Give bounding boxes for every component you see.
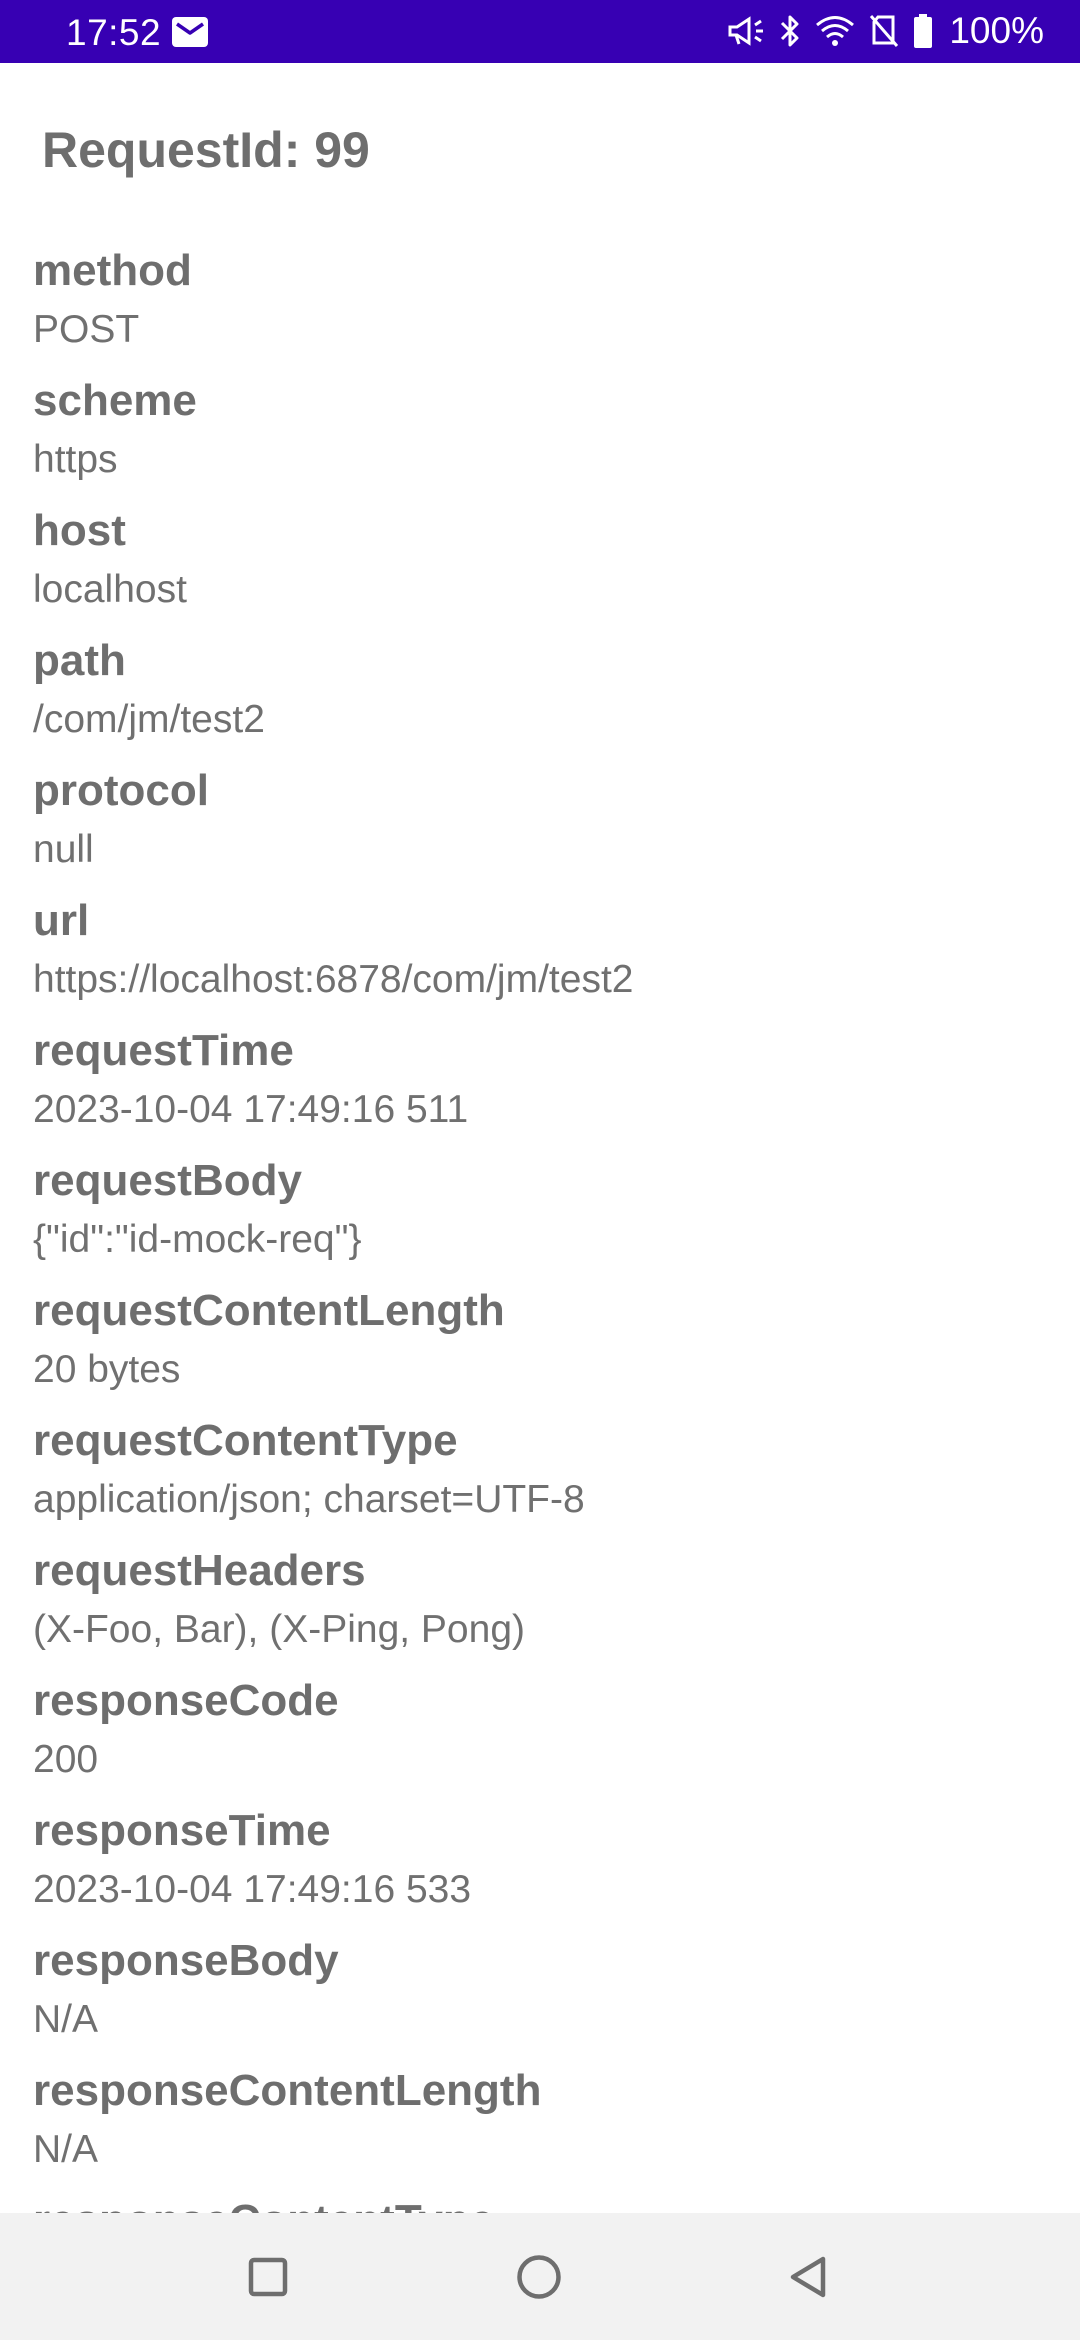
- back-button[interactable]: [748, 2213, 868, 2340]
- home-circle-icon: [517, 2254, 561, 2299]
- field-path: path /com/jm/test2: [33, 631, 1053, 761]
- field-request-time: requestTime 2023-10-04 17:49:16 511: [33, 1021, 1053, 1151]
- wifi-icon: [816, 16, 855, 46]
- mail-icon: [172, 17, 208, 47]
- field-value: application/json; charset=UTF-8: [33, 1478, 585, 1521]
- field-value: N/A: [33, 2128, 99, 2171]
- field-label: responseCode: [33, 1676, 339, 1725]
- field-label: url: [33, 896, 90, 945]
- battery-percentage: 100%: [949, 10, 1044, 51]
- field-label: responseContentType: [33, 2191, 1053, 2213]
- page-title: RequestId: 99: [42, 122, 370, 178]
- field-value: https://localhost:6878/com/jm/test2: [33, 958, 634, 1001]
- field-value: {"id":"id-mock-req"}: [33, 1218, 362, 1261]
- field-label: protocol: [33, 766, 209, 815]
- home-button[interactable]: [479, 2213, 599, 2340]
- field-value: 20 bytes: [33, 1348, 181, 1391]
- field-value: 200: [33, 1738, 99, 1781]
- navigation-bar: [0, 2213, 1080, 2340]
- field-label: requestBody: [33, 1156, 302, 1205]
- recents-square-icon: [248, 2257, 288, 2296]
- field-value: POST: [33, 308, 140, 351]
- megaphone-icon: [728, 16, 764, 46]
- field-value: https: [33, 438, 118, 481]
- field-response-time: responseTime 2023-10-04 17:49:16 533: [33, 1801, 1053, 1931]
- field-value: 2023-10-04 17:49:16 511: [33, 1088, 469, 1131]
- status-bar: 17:52 100%: [0, 0, 1080, 63]
- field-value: /com/jm/test2: [33, 698, 265, 741]
- field-host: host localhost: [33, 501, 1053, 631]
- field-label: responseBody: [33, 1936, 339, 1985]
- status-time: 17:52: [66, 12, 162, 53]
- field-scheme: scheme https: [33, 371, 1053, 501]
- field-response-code: responseCode 200: [33, 1671, 1053, 1801]
- field-list: method POST scheme https host localhost …: [33, 241, 1053, 2213]
- recents-button[interactable]: [208, 2213, 328, 2340]
- field-label: requestContentType: [33, 1416, 458, 1465]
- field-label: scheme: [33, 376, 197, 425]
- field-value: null: [33, 828, 94, 871]
- field-protocol: protocol null: [33, 761, 1053, 891]
- no-sim-icon: [870, 15, 899, 47]
- field-label: responseContentLength: [33, 2066, 542, 2115]
- field-label: method: [33, 246, 192, 295]
- field-request-body: requestBody {"id":"id-mock-req"}: [33, 1151, 1053, 1281]
- back-triangle-icon: [790, 2256, 826, 2297]
- field-label: responseTime: [33, 1806, 331, 1855]
- field-method: method POST: [33, 241, 1053, 371]
- field-request-content-type: requestContentType application/json; cha…: [33, 1411, 1053, 1541]
- field-value: localhost: [33, 568, 187, 611]
- field-value: N/A: [33, 1998, 99, 2041]
- status-icons: 100%: [727, 10, 1044, 52]
- field-label: path: [33, 636, 126, 685]
- field-label: host: [33, 506, 126, 555]
- battery-icon: [914, 14, 933, 48]
- field-response-content-type: responseContentType: [33, 2191, 1053, 2213]
- field-response-content-length: responseContentLength N/A: [33, 2061, 1053, 2191]
- request-detail-view[interactable]: RequestId: 99 method POST scheme https h…: [0, 63, 1080, 2213]
- field-value: 2023-10-04 17:49:16 533: [33, 1868, 472, 1911]
- field-request-headers: requestHeaders (X-Foo, Bar), (X-Ping, Po…: [33, 1541, 1053, 1671]
- bluetooth-icon: [781, 15, 799, 47]
- field-label: requestContentLength: [33, 1286, 505, 1335]
- field-label: requestTime: [33, 1026, 294, 1075]
- field-value: (X-Foo, Bar), (X-Ping, Pong): [33, 1608, 525, 1651]
- field-url: url https://localhost:6878/com/jm/test2: [33, 891, 1053, 1021]
- field-label: requestHeaders: [33, 1546, 366, 1595]
- field-request-content-length: requestContentLength 20 bytes: [33, 1281, 1053, 1411]
- field-response-body: responseBody N/A: [33, 1931, 1053, 2061]
